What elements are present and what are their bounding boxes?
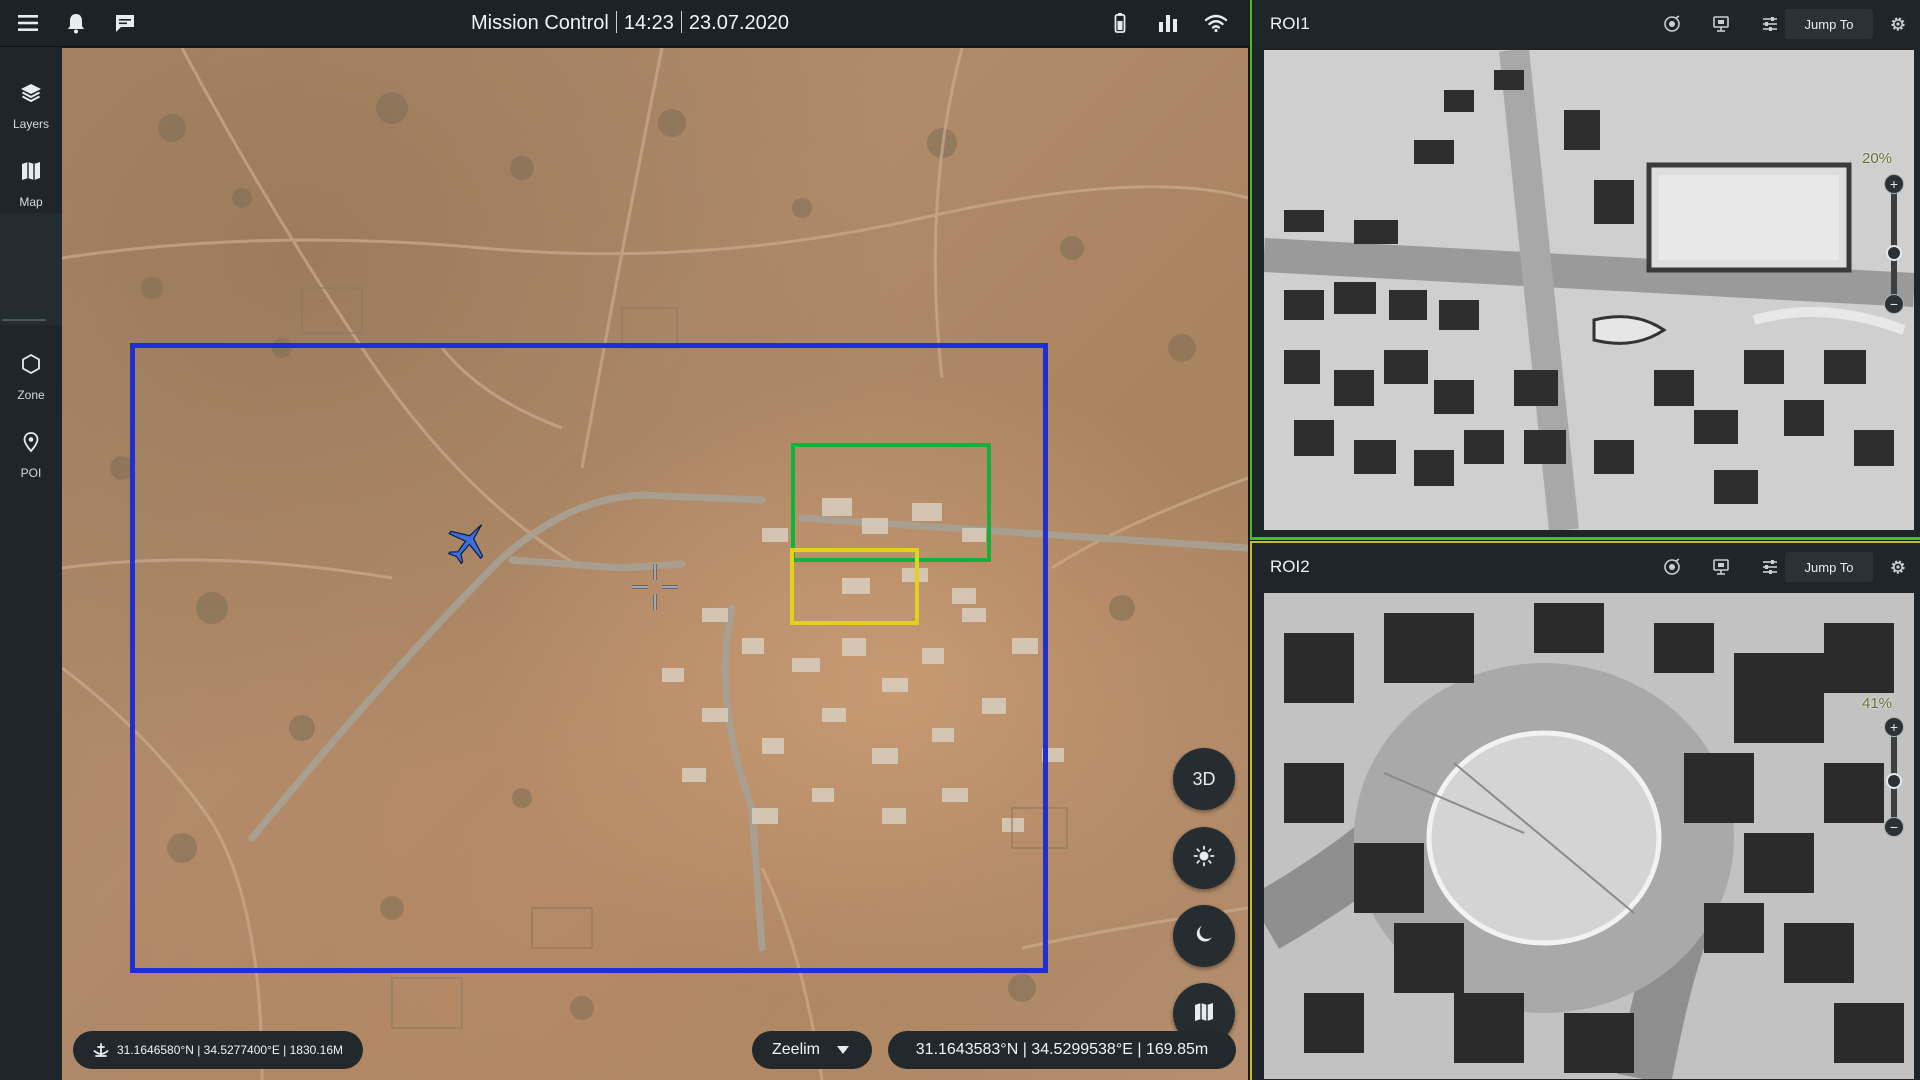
chat-icon[interactable] (109, 7, 141, 39)
roi2-feed-image (1264, 593, 1914, 1079)
roi2-zoom-in-button[interactable]: + (1884, 717, 1904, 737)
roi1-jump-to-button[interactable]: Jump To (1785, 9, 1873, 39)
night-mode-button[interactable] (1173, 905, 1235, 967)
camera-mode-icon[interactable] (1660, 12, 1684, 36)
sidebar-spacer (0, 213, 62, 325)
sun-icon (1193, 845, 1215, 872)
adjust-sliders-icon[interactable] (1758, 12, 1782, 36)
drone-coordinates: 31.1646580°N | 34.5277400°E | 1830.16M (117, 1043, 344, 1057)
display-icon[interactable] (1709, 12, 1733, 36)
drone-position-readout: 31.1646580°N | 34.5277400°E | 1830.16M (73, 1031, 363, 1069)
crosshair-icon (630, 562, 680, 612)
sidebar-item-label: POI (20, 465, 42, 480)
drone-icon[interactable] (444, 518, 492, 566)
gear-icon[interactable] (1886, 555, 1910, 579)
area-of-interest-zone[interactable] (130, 343, 1048, 973)
pin-icon (21, 431, 41, 458)
cursor-position-readout: 31.1643583°N | 34.5299538°E | 169.85m (888, 1031, 1236, 1069)
roi2-jump-to-button[interactable]: Jump To (1785, 552, 1873, 582)
sidebar-item-zone[interactable]: Zone (0, 340, 62, 414)
roi1-zoom-out-button[interactable]: − (1884, 294, 1904, 314)
sidebar-item-layers[interactable]: Layers (0, 69, 62, 143)
satellite-map[interactable]: 3D 31.1646580°N | 34.5277400°E | 1830.16… (62, 48, 1248, 1080)
roi1-header: ROI1 Jump To (1252, 0, 1920, 48)
anchor-icon (93, 1042, 109, 1058)
sidebar-item-poi[interactable]: POI (0, 418, 62, 492)
roi1-title: ROI1 (1270, 14, 1310, 33)
app-name: Mission Control (471, 12, 609, 34)
roi2-zoom-slider-knob[interactable] (1886, 773, 1902, 789)
bell-icon[interactable] (60, 7, 92, 39)
roi2-camera-feed[interactable]: 41% + − (1264, 593, 1914, 1079)
map-icon (20, 160, 42, 187)
title-divider (680, 10, 682, 33)
roi1-camera-feed[interactable]: 20% + − (1264, 50, 1914, 530)
map-icon (1193, 1001, 1215, 1028)
top-bar: Mission Control 14:23 23.07.2020 (0, 0, 1250, 47)
menu-icon[interactable] (12, 7, 44, 39)
roi2-panel: ROI2 Jump To 41% + − (1250, 541, 1920, 1080)
location-value: Zeelim (772, 1041, 821, 1058)
roi1-zone[interactable] (791, 443, 991, 562)
roi2-zoom-percent: 41% (1862, 695, 1893, 712)
moon-icon (1193, 923, 1215, 950)
battery-icon[interactable] (1104, 7, 1136, 39)
roi2-zone[interactable] (790, 548, 919, 625)
roi1-feed-image (1264, 50, 1914, 530)
roi1-zoom-slider-knob[interactable] (1886, 245, 1902, 261)
roi2-header: ROI2 Jump To (1252, 543, 1920, 591)
roi2-title: ROI2 (1270, 557, 1310, 576)
sidebar-item-label: Map (19, 194, 43, 209)
adjust-sliders-icon[interactable] (1758, 555, 1782, 579)
gear-icon[interactable] (1886, 12, 1910, 36)
display-icon[interactable] (1709, 555, 1733, 579)
sidebar-divider (2, 319, 46, 321)
roi1-panel: ROI1 Jump To 20% + − (1250, 0, 1920, 540)
sidebar-item-map[interactable]: Map (0, 147, 62, 221)
sidebar-item-label: Layers (12, 116, 50, 131)
hexagon-icon (20, 353, 42, 380)
roi1-zoom-track[interactable] (1891, 178, 1897, 308)
location-dropdown[interactable]: Zeelim (752, 1031, 872, 1069)
roi1-zoom-in-button[interactable]: + (1884, 174, 1904, 194)
layers-icon (19, 82, 43, 109)
title-divider (615, 10, 617, 33)
signal-bars-icon[interactable] (1152, 7, 1184, 39)
3d-toggle-button[interactable]: 3D (1173, 748, 1235, 810)
3d-toggle-label: 3D (1192, 768, 1216, 789)
caret-down-icon (836, 1045, 850, 1055)
roi1-zoom-percent: 20% (1862, 150, 1893, 167)
sidebar-item-label: Zone (17, 387, 45, 402)
clock-time: 14:23 (623, 12, 674, 34)
day-mode-button[interactable] (1173, 827, 1235, 889)
wifi-icon[interactable] (1200, 7, 1232, 39)
sidebar: Layers Map Zone POI (0, 47, 62, 1080)
roi2-zoom-out-button[interactable]: − (1884, 817, 1904, 837)
page-title: Mission Control 14:23 23.07.2020 (420, 0, 840, 47)
cursor-coordinates: 31.1643583°N | 34.5299538°E | 169.85m (915, 1041, 1209, 1058)
camera-mode-icon[interactable] (1660, 555, 1684, 579)
clock-date: 23.07.2020 (688, 12, 789, 34)
